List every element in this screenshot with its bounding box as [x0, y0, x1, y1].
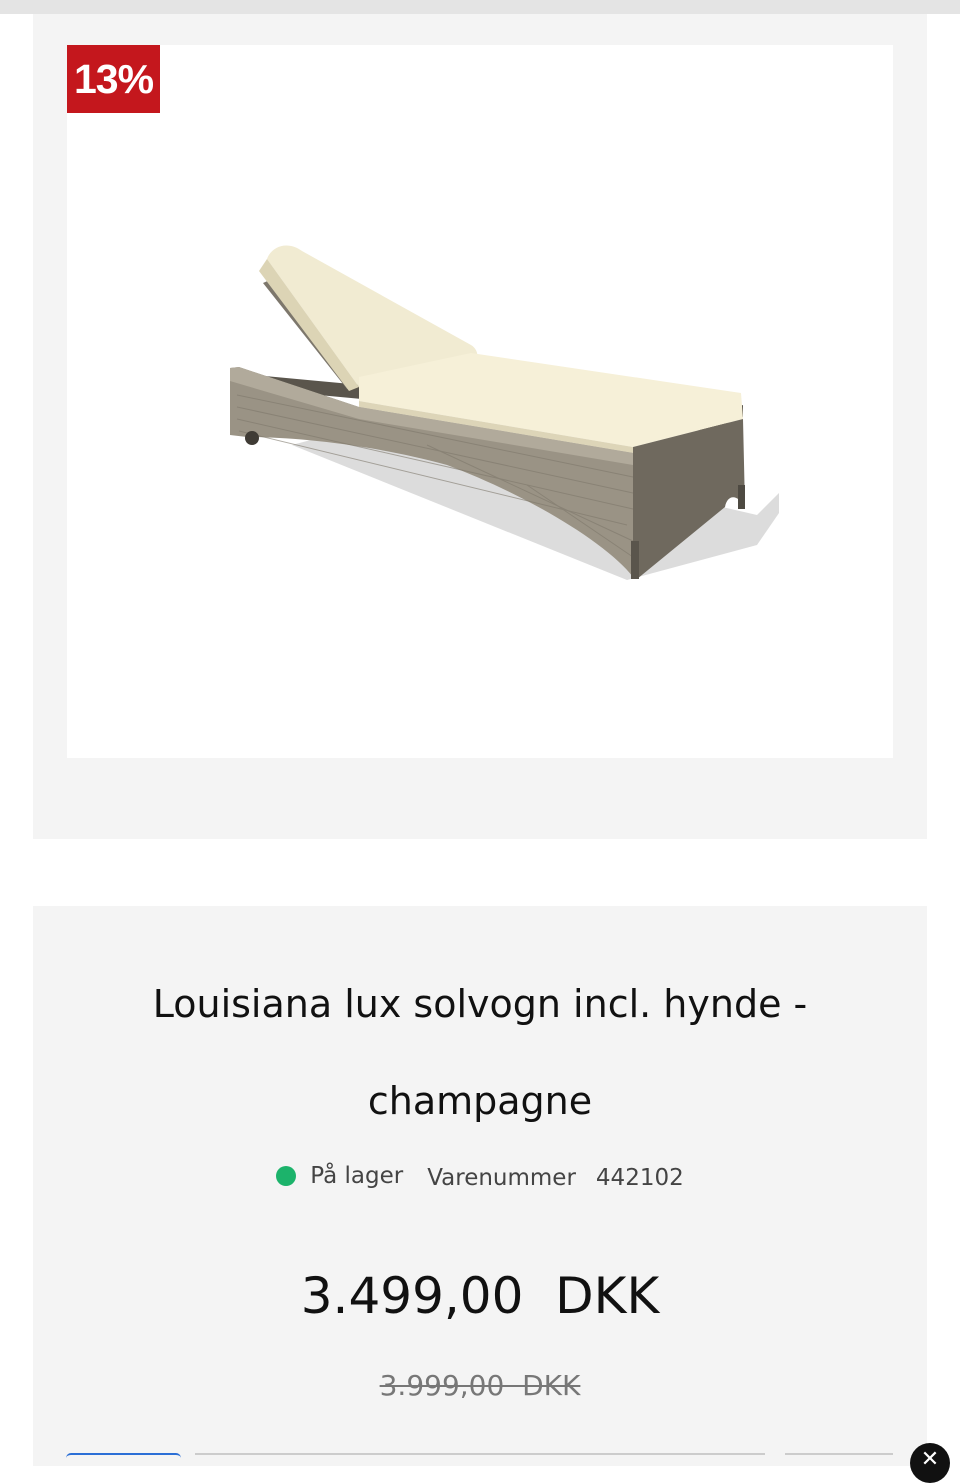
- top-browser-strip: [0, 0, 960, 14]
- product-info-panel: Louisiana lux solvogn incl. hynde - cham…: [33, 906, 927, 1466]
- sun-lounger-illustration: [230, 245, 779, 580]
- sku-label: Varenummer: [427, 1165, 576, 1191]
- current-price: 3.499,00 DKK: [300, 1267, 660, 1325]
- bottom-controls: [0, 1448, 960, 1456]
- discount-badge: 13%: [67, 45, 160, 113]
- original-price: 3.999,00 DKK: [379, 1369, 581, 1402]
- sku-value: 442102: [595, 1165, 684, 1191]
- product-meta-row: På lager Varenummer 442102: [33, 1160, 927, 1196]
- stock-status-text: På lager: [310, 1163, 404, 1189]
- product-title: Louisiana lux solvogn incl. hynde - cham…: [152, 982, 808, 1123]
- product-image[interactable]: [67, 45, 893, 758]
- stock-status-dot-icon: [276, 1166, 297, 1186]
- close-icon[interactable]: ✕: [910, 1443, 950, 1483]
